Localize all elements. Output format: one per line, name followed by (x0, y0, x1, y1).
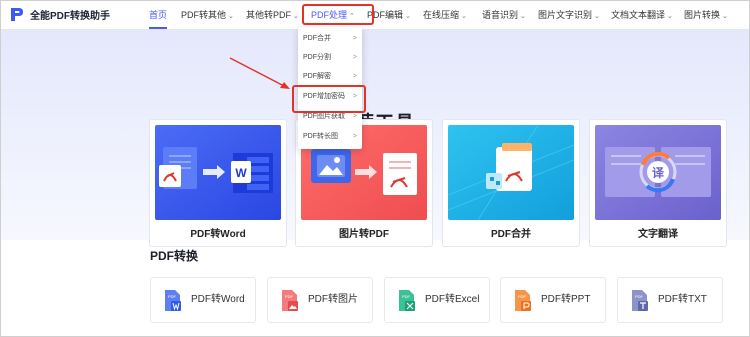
dropdown-item-pdf-split[interactable]: PDF分割 > (298, 48, 362, 68)
chevron-right-icon: > (352, 133, 357, 140)
dropdown-item-label: PDF解密 (303, 73, 331, 80)
tool-card-label: 图片转PDF (339, 229, 389, 240)
nav-label: 首页 (149, 10, 168, 20)
pdf-tag: PDF (518, 294, 527, 299)
convert-item-pdf-to-ppt[interactable]: PDF PDF转PPT (500, 277, 606, 323)
pdf-ppt-icon: PDF (515, 290, 531, 311)
dropdown-item-pdf-merge[interactable]: PDF合并 > (298, 29, 362, 49)
app-name: 全能PDF转换助手 (30, 11, 110, 22)
nav-item-speech-recognition[interactable]: 语音识别 ⌄ (482, 1, 526, 29)
convert-item-pdf-to-word[interactable]: PDF PDF转Word (150, 277, 256, 323)
convert-item-label: PDF转图片 (308, 294, 358, 305)
pdf-tag: PDF (402, 294, 411, 299)
pdf-word-icon: PDF (165, 290, 181, 311)
convert-item-label: PDF转PPT (541, 294, 591, 305)
chevron-down-icon: ⌄ (520, 13, 526, 20)
chevron-down-icon: ⌄ (667, 13, 673, 20)
dropdown-item-label: PDF分割 (303, 54, 331, 61)
pdf-image-icon: PDF (282, 290, 298, 311)
nav-item-pdf-to-other[interactable]: PDF转其他 ⌄ (181, 1, 234, 29)
nav-label: 图片文字识别 (538, 10, 593, 20)
nav-item-home[interactable]: 首页 (149, 1, 168, 29)
convert-item-label: PDF转Excel (425, 294, 480, 305)
nav-item-doc-translate[interactable]: 文档文本翻译 ⌄ (611, 1, 673, 29)
tool-card-text-translate[interactable]: 译 文字翻译 (589, 119, 727, 247)
chevron-right-icon: > (352, 73, 357, 80)
pdf-merge-illustration-icon (448, 125, 574, 220)
tool-card-pdf-merge[interactable]: PDF合并 (442, 119, 580, 247)
dropdown-item-label: PDF转长图 (303, 133, 338, 140)
pdf-excel-icon: PDF (399, 290, 415, 311)
chevron-down-icon: ⌄ (461, 13, 467, 20)
chevron-down-icon: ⌄ (594, 13, 600, 20)
dropdown-item-label: PDF图片获取 (303, 113, 345, 120)
chevron-right-icon: > (352, 54, 357, 61)
nav-label: 其他转PDF (246, 10, 292, 20)
dropdown-item-pdf-to-long-image[interactable]: PDF转长图 > (298, 127, 362, 147)
pdf-txt-icon: PDF (632, 290, 648, 311)
tool-card-label: PDF转Word (190, 229, 246, 240)
nav-item-other-to-pdf[interactable]: 其他转PDF ⌄ (246, 1, 299, 29)
dropdown-item-pdf-decrypt[interactable]: PDF解密 > (298, 67, 362, 87)
text-translate-illustration-icon: 译 (595, 125, 721, 220)
nav-label: PDF转其他 (181, 10, 227, 20)
chevron-right-icon: > (352, 35, 357, 42)
pdf-to-word-illustration-icon: W (155, 125, 281, 220)
convert-item-label: PDF转Word (191, 294, 245, 305)
chevron-down-icon: ⌄ (293, 13, 299, 20)
nav-item-image-ocr[interactable]: 图片文字识别 ⌄ (538, 1, 600, 29)
nav-label: 图片转换 (684, 10, 721, 20)
nav-label: 文档文本翻译 (611, 10, 666, 20)
chevron-down-icon: ⌄ (405, 13, 411, 20)
pdf-tag: PDF (635, 294, 644, 299)
app-window: 全能PDF转换助手 首页 PDF转其他 ⌄ 其他转PDF ⌄ PDF处理 ⌃ PDF编… (0, 0, 750, 337)
nav-item-image-convert[interactable]: 图片转换 ⌄ (684, 1, 728, 29)
tool-card-label: 文字翻译 (638, 229, 678, 240)
section-title: PDF转换 (150, 249, 199, 263)
logo[interactable]: 全能PDF转换助手 (10, 7, 110, 22)
nav-item-online-compress[interactable]: 在线压缩 ⌄ (423, 1, 467, 29)
nav-label: 在线压缩 (423, 10, 460, 20)
convert-item-label: PDF转TXT (658, 294, 707, 305)
tool-card-pdf-to-word[interactable]: W PDF转Word (149, 119, 287, 247)
convert-item-pdf-to-txt[interactable]: PDF PDF转TXT (617, 277, 723, 323)
dropdown-item-label: PDF合并 (303, 35, 331, 42)
annotation-arrow-icon (229, 57, 290, 89)
translate-glyph: 译 (652, 166, 665, 180)
pdf-tag: PDF (168, 294, 177, 299)
word-glyph: W (235, 166, 247, 180)
chevron-down-icon: ⌄ (228, 13, 234, 20)
top-navbar: 全能PDF转换助手 首页 PDF转其他 ⌄ 其他转PDF ⌄ PDF处理 ⌃ PDF编… (1, 1, 749, 30)
logo-icon (11, 8, 23, 21)
tool-card-label: PDF合并 (491, 229, 531, 240)
highlight-nav-pdf-process (302, 4, 374, 25)
highlight-add-password (292, 85, 366, 113)
convert-item-pdf-to-excel[interactable]: PDF PDF转Excel (384, 277, 490, 323)
chevron-down-icon: ⌄ (722, 13, 728, 20)
pdf-tag: PDF (285, 294, 294, 299)
convert-item-pdf-to-image[interactable]: PDF PDF转图片 (267, 277, 373, 323)
nav-label: 语音识别 (482, 10, 519, 20)
